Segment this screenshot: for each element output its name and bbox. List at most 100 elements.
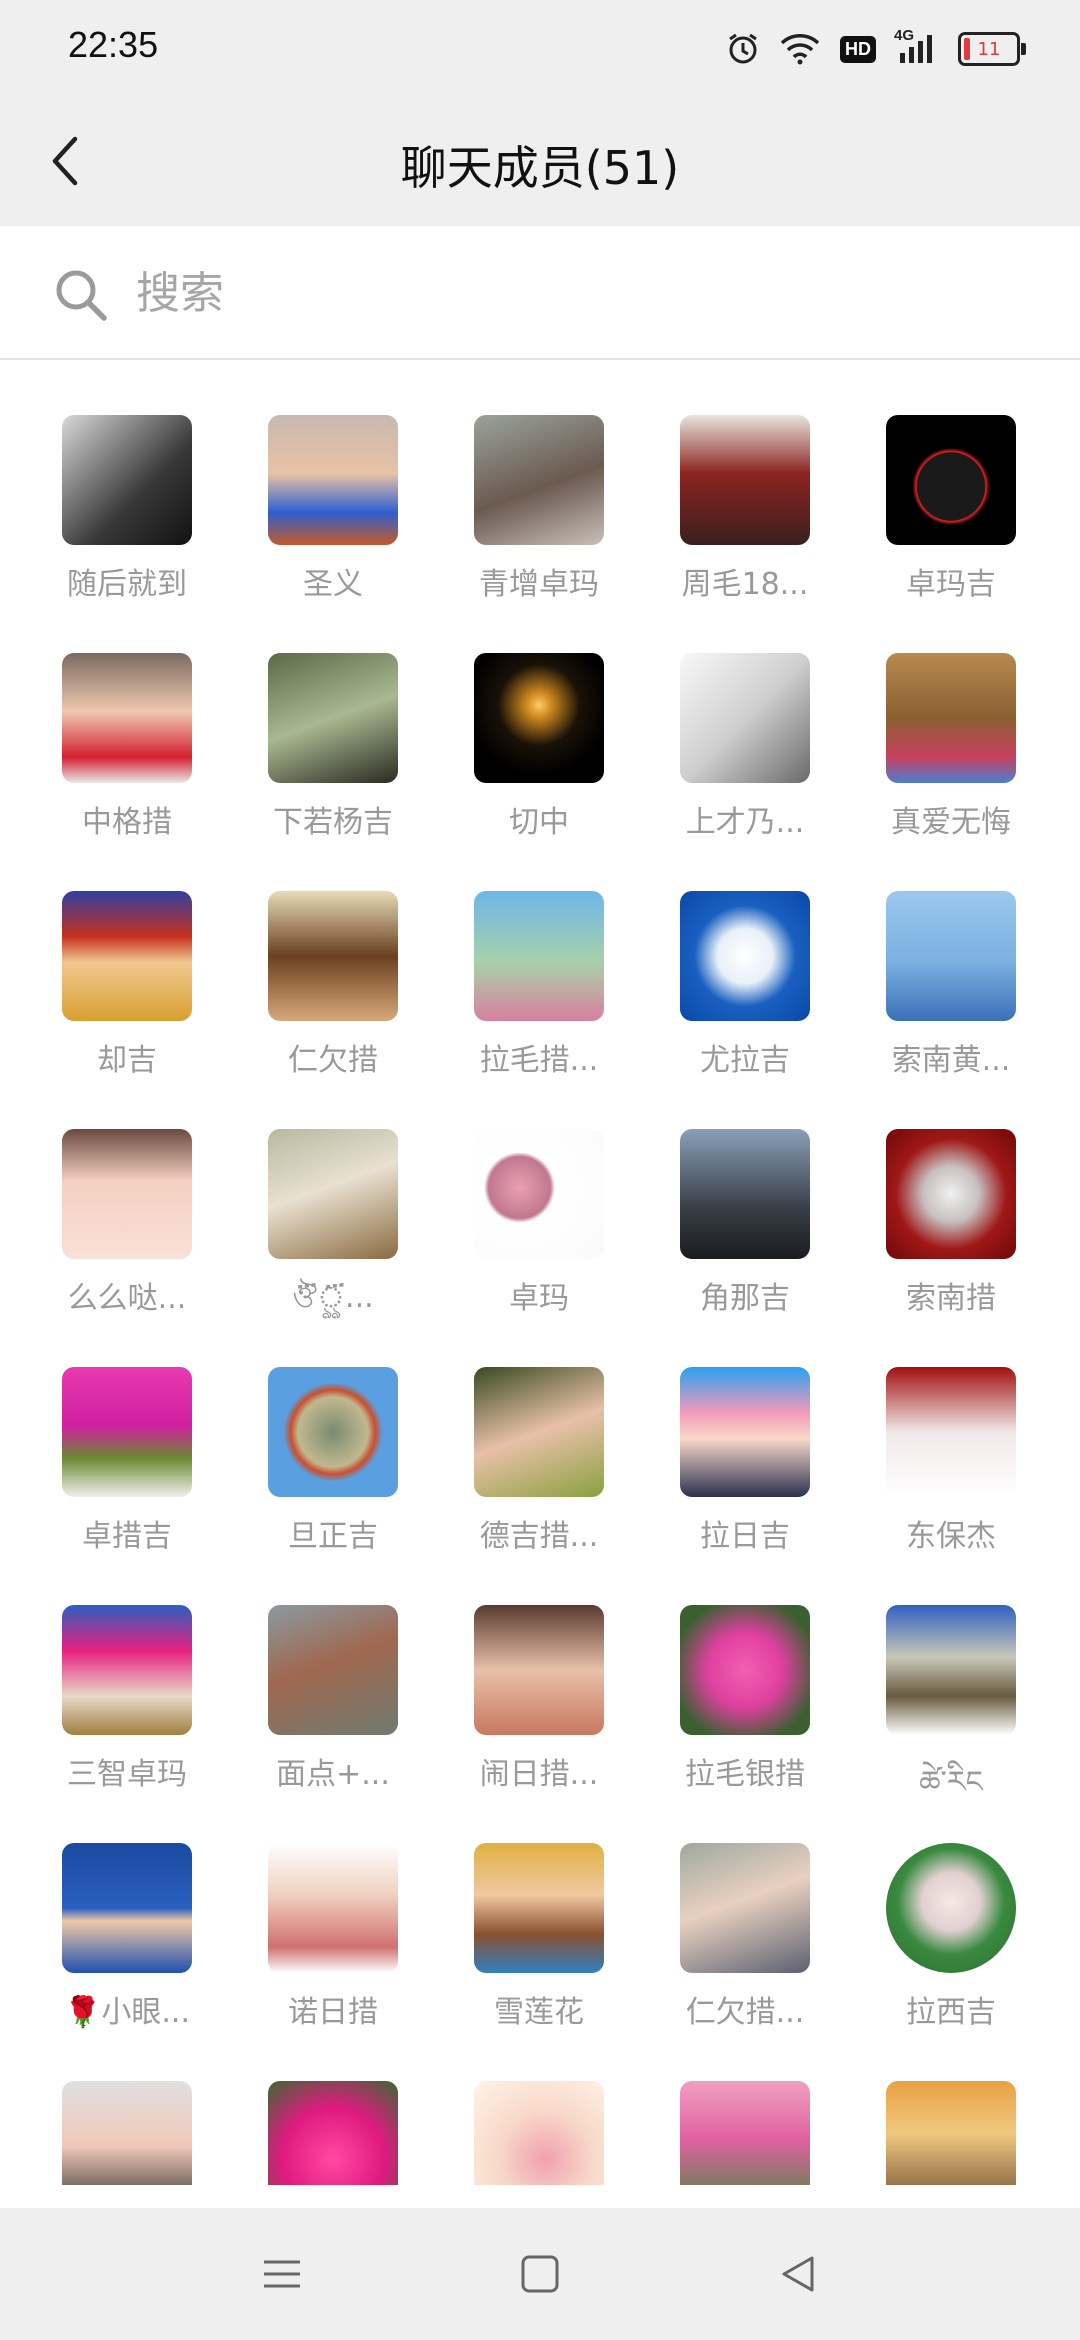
member-item[interactable] [436, 2081, 642, 2185]
member-item[interactable]: 尤拉吉 [642, 891, 848, 1129]
member-item[interactable]: 真爱无悔 [848, 653, 1054, 891]
member-item[interactable]: 卓措吉 [24, 1367, 230, 1605]
member-avatar[interactable] [268, 1605, 398, 1735]
member-avatar[interactable] [886, 1129, 1016, 1259]
member-avatar[interactable] [62, 891, 192, 1021]
menu-button[interactable] [252, 2244, 312, 2304]
member-item[interactable]: 卓玛 [436, 1129, 642, 1367]
member-avatar[interactable] [268, 1129, 398, 1259]
member-item[interactable]: 德吉措... [436, 1367, 642, 1605]
member-avatar[interactable] [474, 653, 604, 783]
member-avatar[interactable] [680, 891, 810, 1021]
member-avatar[interactable] [268, 415, 398, 545]
member-avatar[interactable] [268, 1843, 398, 1973]
member-item[interactable]: 切中 [436, 653, 642, 891]
battery-level: 11 [977, 38, 1001, 60]
member-item[interactable]: 拉日吉 [642, 1367, 848, 1605]
member-avatar[interactable] [474, 2081, 604, 2185]
member-item[interactable] [230, 2081, 436, 2185]
member-avatar[interactable] [474, 1129, 604, 1259]
member-item[interactable]: 面点+... [230, 1605, 436, 1843]
member-avatar[interactable] [474, 1605, 604, 1735]
member-avatar[interactable] [886, 1605, 1016, 1735]
member-avatar[interactable] [62, 1367, 192, 1497]
member-name: 圣义 [303, 567, 363, 602]
system-nav-bar [0, 2208, 1080, 2340]
member-item[interactable]: 索南措 [848, 1129, 1054, 1367]
member-item[interactable]: 角那吉 [642, 1129, 848, 1367]
member-avatar[interactable] [62, 653, 192, 783]
member-name: 中格措 [82, 805, 172, 840]
member-avatar[interactable] [680, 2081, 810, 2185]
member-item[interactable]: 么么哒... [24, 1129, 230, 1367]
member-item[interactable]: 青增卓玛 [436, 415, 642, 653]
member-avatar[interactable] [886, 653, 1016, 783]
member-avatar[interactable] [268, 2081, 398, 2185]
member-name: ཚེ་རིང [919, 1765, 983, 1800]
home-button[interactable] [510, 2244, 570, 2304]
member-avatar[interactable] [680, 415, 810, 545]
member-name: 真爱无悔 [891, 805, 1011, 840]
member-item[interactable]: 雪莲花 [436, 1843, 642, 2081]
member-avatar[interactable] [680, 1129, 810, 1259]
battery-icon: 11 [958, 32, 1026, 66]
search-input[interactable] [134, 256, 1018, 330]
member-avatar[interactable] [474, 415, 604, 545]
member-avatar[interactable] [886, 2081, 1016, 2185]
member-name: 诺日措 [288, 1995, 378, 2030]
member-avatar[interactable] [886, 1367, 1016, 1497]
member-avatar[interactable] [62, 1843, 192, 1973]
member-name: 上才乃... [685, 805, 805, 840]
page-title: 聊天成员(51) [400, 141, 680, 195]
member-item[interactable]: 拉毛银措 [642, 1605, 848, 1843]
member-avatar[interactable] [886, 1843, 1016, 1973]
member-avatar[interactable] [268, 1367, 398, 1497]
member-item[interactable]: 仁欠措 [230, 891, 436, 1129]
member-avatar[interactable] [680, 1843, 810, 1973]
member-avatar[interactable] [474, 1843, 604, 1973]
member-item[interactable]: 🌹小眼... [24, 1843, 230, 2081]
member-avatar[interactable] [62, 415, 192, 545]
member-item[interactable]: 仁欠措... [642, 1843, 848, 2081]
member-avatar[interactable] [680, 1367, 810, 1497]
member-avatar[interactable] [886, 415, 1016, 545]
member-avatar[interactable] [474, 1367, 604, 1497]
wifi-icon [780, 33, 820, 65]
member-item[interactable]: 上才乃... [642, 653, 848, 891]
member-name: 青增卓玛 [479, 567, 599, 602]
member-avatar[interactable] [268, 891, 398, 1021]
member-item[interactable]: 中格措 [24, 653, 230, 891]
member-item[interactable]: 旦正吉 [230, 1367, 436, 1605]
member-item[interactable]: ཚེ་རིང [848, 1605, 1054, 1843]
member-item[interactable]: 拉毛措... [436, 891, 642, 1129]
member-item[interactable]: 随后就到 [24, 415, 230, 653]
member-item[interactable]: 诺日措 [230, 1843, 436, 2081]
member-avatar[interactable] [62, 1605, 192, 1735]
member-avatar[interactable] [268, 653, 398, 783]
search-bar [0, 226, 1080, 360]
member-avatar[interactable] [680, 1605, 810, 1735]
member-item[interactable]: 圣义 [230, 415, 436, 653]
member-item[interactable] [642, 2081, 848, 2185]
member-item[interactable]: 索南黄... [848, 891, 1054, 1129]
member-avatar[interactable] [62, 2081, 192, 2185]
member-name: 卓玛 [509, 1281, 569, 1316]
member-item[interactable]: 三智卓玛 [24, 1605, 230, 1843]
member-name: 周毛18... [681, 567, 809, 602]
member-avatar[interactable] [680, 653, 810, 783]
member-item[interactable] [24, 2081, 230, 2185]
member-item[interactable]: 下若杨吉 [230, 653, 436, 891]
member-avatar[interactable] [474, 891, 604, 1021]
home-square-icon [521, 2255, 559, 2293]
member-avatar[interactable] [886, 891, 1016, 1021]
member-item[interactable]: 却吉 [24, 891, 230, 1129]
member-item[interactable]: ঔ፝ৣ፝... [230, 1129, 436, 1367]
member-item[interactable]: 周毛18... [642, 415, 848, 653]
member-item[interactable]: 卓玛吉 [848, 415, 1054, 653]
member-item[interactable]: 闹日措... [436, 1605, 642, 1843]
member-item[interactable]: 东保杰 [848, 1367, 1054, 1605]
member-avatar[interactable] [62, 1129, 192, 1259]
member-item[interactable] [848, 2081, 1054, 2185]
member-item[interactable]: 拉西吉 [848, 1843, 1054, 2081]
system-back-button[interactable] [768, 2244, 828, 2304]
